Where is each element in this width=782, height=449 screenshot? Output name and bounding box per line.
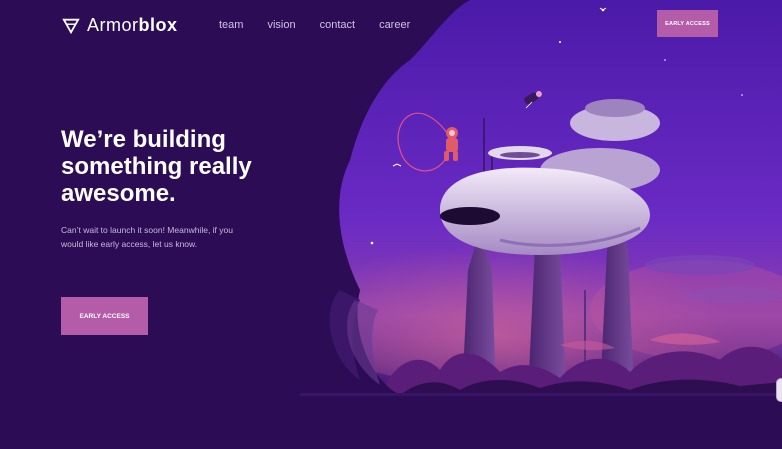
nav-link-vision[interactable]: vision xyxy=(267,19,295,31)
hero-title-line-3: awesome. xyxy=(61,180,176,207)
nav-early-access-button[interactable]: EARLY ACCESS xyxy=(657,10,718,37)
brand-name-bold: blox xyxy=(138,15,178,35)
logo-shield-icon xyxy=(62,18,80,34)
brand-logo[interactable]: Armorblox xyxy=(62,15,178,36)
brand-name: Armorblox xyxy=(87,15,178,36)
brand-name-light: Armor xyxy=(87,15,139,35)
nav-link-contact[interactable]: contact xyxy=(320,19,355,31)
hero-subtitle: Can’t wait to launch it soon! Meanwhile,… xyxy=(61,225,233,249)
hero-title-line-2: something really xyxy=(61,153,252,180)
top-navigation: Armorblox team vision contact career EAR… xyxy=(0,0,782,52)
scroll-handle[interactable] xyxy=(776,378,782,402)
hero-title: We’re building something really awesome. xyxy=(61,126,291,207)
nav-links: team vision contact career xyxy=(219,19,434,31)
hero-title-line-1: We’re building xyxy=(61,126,226,153)
nav-link-team[interactable]: team xyxy=(219,19,243,31)
nav-link-career[interactable]: career xyxy=(379,19,410,31)
hero-early-access-button[interactable]: EARLY ACCESS xyxy=(61,297,148,335)
landing-page: Armorblox team vision contact career EAR… xyxy=(0,0,782,449)
hero-section: We’re building something really awesome.… xyxy=(61,126,291,251)
